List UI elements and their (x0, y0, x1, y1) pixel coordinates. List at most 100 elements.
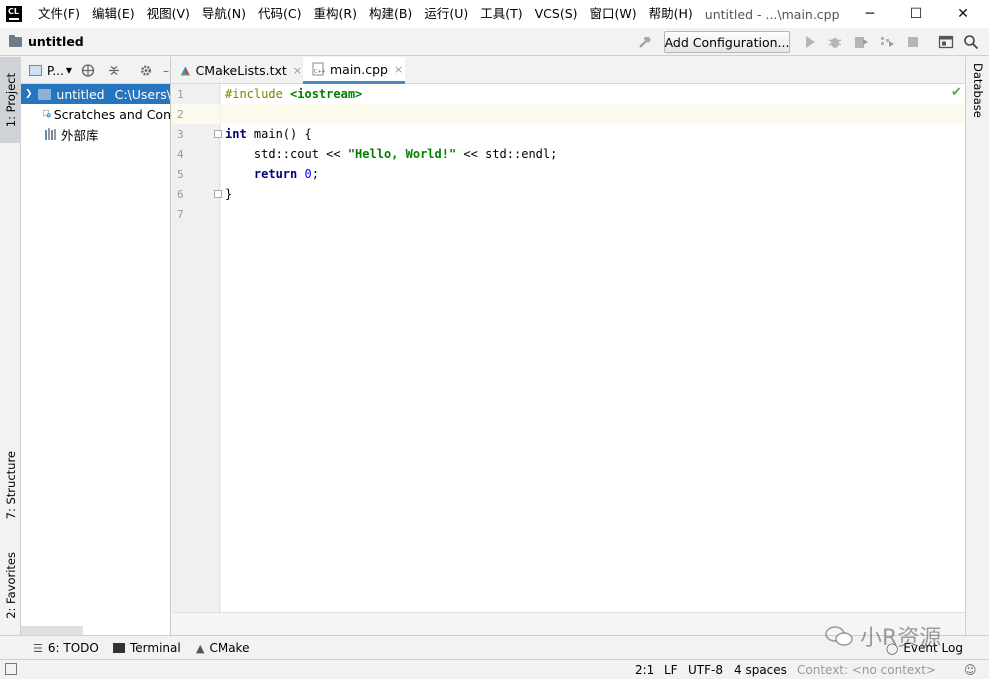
library-icon (45, 128, 56, 140)
tool-tab-structure-label: 7: Structure (3, 450, 18, 520)
app-logo-icon: CL (6, 6, 22, 22)
tool-tab-terminal[interactable]: Terminal (113, 640, 181, 656)
include-header: <iostream> (290, 87, 363, 101)
debug-icon[interactable] (827, 34, 843, 50)
close-icon[interactable]: × (394, 63, 403, 76)
project-view-icon (29, 65, 42, 76)
cmake-icon (180, 65, 190, 76)
string-literal: "Hello, World!" (347, 147, 457, 161)
menu-bar: CL 文件(F) 编辑(E) 视图(V) 导航(N) 代码(C) 重构(R) 构… (0, 0, 989, 28)
menu-help[interactable]: 帮助(H) (643, 0, 699, 28)
project-view-selector[interactable]: P... ▼ (29, 63, 72, 78)
add-configuration-button[interactable]: Add Configuration... (664, 31, 790, 53)
status-indent[interactable]: 4 spaces (734, 662, 787, 678)
close-window-button[interactable]: ✕ (940, 0, 986, 28)
project-panel: P... ▼ – ❯ untitled C:\Users\ Scratches … (21, 57, 171, 635)
tab-label: CMakeLists.txt (195, 63, 287, 78)
tool-tab-project-label: 1: Project (3, 72, 18, 128)
tab-cmakelists[interactable]: CMakeLists.txt × (172, 57, 302, 84)
code-text: std::cout << (225, 147, 348, 161)
menu-file[interactable]: 文件(F) (32, 0, 86, 28)
code-text: ; (311, 167, 319, 181)
tool-window-toggle-icon[interactable] (5, 663, 17, 675)
line-number: 6 (177, 188, 184, 201)
tree-item-path: C:\Users\ (114, 86, 171, 102)
tab-main-cpp[interactable]: C++ main.cpp × (303, 57, 405, 84)
code-text: main() { (246, 127, 312, 141)
tree-item-untitled[interactable]: ❯ untitled C:\Users\ (21, 84, 171, 104)
right-tool-strip: Database (965, 57, 989, 635)
run-icon[interactable] (802, 34, 818, 50)
collapse-icon[interactable] (107, 63, 121, 78)
editor-tab-bar: CMakeLists.txt × C++ main.cpp × (172, 57, 965, 84)
stop-icon[interactable] (905, 34, 921, 50)
code-line-3: int main() { (225, 124, 312, 144)
gear-icon[interactable] (139, 63, 153, 78)
watermark-text: 小R资源 (860, 626, 942, 651)
menu-code[interactable]: 代码(C) (252, 0, 307, 28)
tree-item-label: untitled (56, 86, 105, 102)
project-toolbar: P... ▼ – (21, 57, 170, 84)
menu-refactor[interactable]: 重构(R) (308, 0, 363, 28)
tool-tab-favorites[interactable]: 2: Favorites (0, 545, 21, 625)
menu-navigate[interactable]: 导航(N) (196, 0, 252, 28)
minimize-button[interactable]: ─ (847, 0, 893, 28)
cmake-icon: ▲ (196, 641, 205, 655)
line-number: 2 (177, 108, 184, 121)
check-icon[interactable]: ✔ (951, 85, 962, 100)
tree-item-label: 外部库 (61, 127, 99, 143)
coverage-icon[interactable] (853, 34, 869, 50)
tool-tab-database[interactable]: Database (968, 63, 988, 143)
maximize-button[interactable]: ☐ (893, 0, 939, 28)
status-encoding[interactable]: UTF-8 (688, 662, 723, 678)
close-icon[interactable]: × (293, 64, 302, 77)
terminal-icon (113, 643, 125, 653)
globe-icon[interactable] (81, 63, 95, 78)
list-icon: ☰ (33, 641, 43, 655)
line-number: 1 (177, 88, 184, 101)
menu-build[interactable]: 构建(B) (363, 0, 418, 28)
cpp-file-icon: C++ (312, 62, 325, 76)
menu-vcs[interactable]: VCS(S) (529, 0, 584, 28)
code-line-5: return 0; (225, 164, 319, 184)
tool-tab-structure[interactable]: 7: Structure (0, 445, 21, 525)
menu-edit[interactable]: 编辑(E) (86, 0, 141, 28)
tree-item-scratches[interactable]: Scratches and Con (21, 104, 171, 124)
profile-icon[interactable] (879, 34, 895, 50)
tree-item-external-libraries[interactable]: 外部库 (21, 124, 170, 144)
hammer-icon[interactable] (637, 34, 653, 50)
menu-view[interactable]: 视图(V) (141, 0, 196, 28)
search-icon[interactable] (963, 34, 979, 50)
tool-tab-database-label: Database (971, 63, 985, 118)
hide-panel-icon[interactable]: – (163, 63, 169, 78)
chevron-right-icon[interactable]: ❯ (25, 89, 34, 99)
status-context[interactable]: Context: <no context> (797, 662, 936, 678)
keyword: return (253, 167, 298, 181)
watermark: 小R资源 (824, 622, 942, 651)
tool-tab-label: Terminal (130, 641, 181, 655)
inspector-icon[interactable]: ☺ (964, 662, 977, 678)
left-tool-strip: 1: Project 7: Structure 2: Favorites (0, 57, 21, 635)
tool-tab-label: CMake (209, 641, 250, 655)
menu-run[interactable]: 运行(U) (418, 0, 474, 28)
fold-marker[interactable] (214, 130, 222, 138)
menu-tools[interactable]: 工具(T) (474, 0, 528, 28)
code-line-4: std::cout << "Hello, World!" << std::end… (225, 144, 557, 164)
status-line-separator[interactable]: LF (664, 662, 678, 678)
fold-marker[interactable] (214, 190, 222, 198)
tree-item-label: Scratches and Con (53, 106, 171, 122)
tool-tab-todo[interactable]: ☰ 6: TODO (33, 640, 99, 656)
menu-window[interactable]: 窗口(W) (584, 0, 643, 28)
tool-tab-project[interactable]: 1: Project (0, 57, 21, 143)
tool-tab-cmake[interactable]: ▲ CMake (196, 640, 249, 656)
breadcrumb-project[interactable]: untitled (28, 34, 84, 49)
status-caret-position[interactable]: 2:1 (635, 662, 654, 678)
code-text: << std::endl; (456, 147, 558, 161)
project-horizontal-scrollbar[interactable] (21, 626, 83, 635)
current-line-highlight (221, 104, 965, 124)
project-structure-icon[interactable] (938, 34, 954, 50)
line-number: 7 (177, 208, 184, 221)
number-literal: 0 (304, 167, 312, 181)
scratches-icon (43, 109, 51, 118)
code-line-6: } (225, 184, 232, 204)
